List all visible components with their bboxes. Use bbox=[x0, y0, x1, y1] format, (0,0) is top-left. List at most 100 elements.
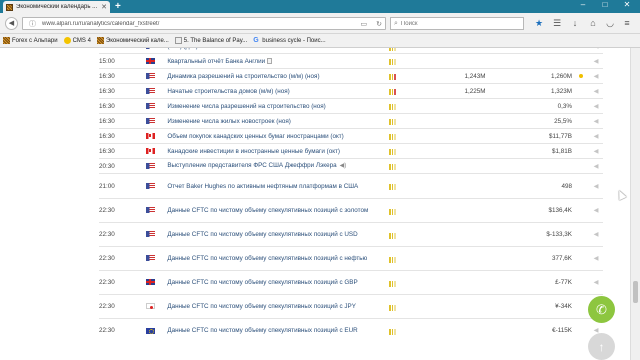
expand-row-icon[interactable]: ◀ bbox=[589, 53, 603, 69]
event-name-cell[interactable]: Квартальный отчёт Банка Англии bbox=[167, 53, 390, 69]
expand-row-icon[interactable]: ◀ bbox=[589, 246, 603, 271]
calendar-row[interactable]: 16:30 Изменение числа разрешений на строи… bbox=[99, 98, 603, 114]
home-icon[interactable]: ⌂ bbox=[587, 18, 599, 30]
event-previous: ¥-34K bbox=[508, 294, 572, 319]
info-icon[interactable]: ⓘ bbox=[26, 19, 39, 29]
event-name-cell[interactable]: Динамика разрешений на строительство (м/… bbox=[167, 68, 390, 84]
importance-bars-icon bbox=[389, 279, 396, 287]
cms-icon bbox=[63, 37, 71, 44]
search-bar[interactable]: ⌕ bbox=[390, 17, 524, 30]
bookmark-star-icon[interactable]: ★ bbox=[533, 18, 545, 30]
calendar-row[interactable]: 22:30 Данные CFTC по чистому объему спеку… bbox=[99, 318, 603, 343]
event-name-cell[interactable]: Данные CFTC по чистому объему спекулятив… bbox=[167, 246, 390, 271]
expand-row-icon[interactable]: ◀ bbox=[589, 128, 603, 144]
browser-tab[interactable]: Экономический календарь ... ✕ bbox=[3, 1, 110, 13]
page-scrollbar[interactable] bbox=[630, 48, 640, 360]
expand-row-icon[interactable]: ◀ bbox=[589, 83, 603, 99]
back-button[interactable]: ◀ bbox=[5, 17, 18, 30]
event-name[interactable]: Выступление представителя ФРС США Джеффр… bbox=[167, 162, 336, 169]
scroll-to-top-button[interactable]: ↑ bbox=[588, 333, 615, 360]
mark-cell bbox=[571, 98, 590, 114]
tab-close-icon[interactable]: ✕ bbox=[101, 3, 107, 11]
event-name[interactable]: Данные CFTC по чистому объему спекулятив… bbox=[167, 207, 368, 214]
bookmark-item[interactable]: Экономический кале... bbox=[96, 37, 169, 44]
event-name[interactable]: Квартальный отчёт Банка Англии bbox=[167, 58, 265, 65]
scrollbar-thumb[interactable] bbox=[633, 281, 638, 303]
event-name[interactable]: Начатые строительства домов (м/м) (ноя) bbox=[167, 88, 289, 95]
event-name[interactable]: Данные CFTC по чистому объему спекулятив… bbox=[167, 279, 357, 286]
event-name-cell[interactable]: Канадские инвестиции в иностранные ценны… bbox=[167, 143, 390, 159]
reader-view-icon[interactable]: ▭ bbox=[358, 20, 371, 28]
event-name[interactable]: Данные CFTC по чистому объему спекулятив… bbox=[167, 303, 356, 310]
calendar-row[interactable]: 21:00 Отчет Baker Hughes по активным нефт… bbox=[99, 173, 603, 199]
event-name-cell[interactable]: Данные CFTC по чистому объему спекулятив… bbox=[167, 222, 390, 247]
callback-phone-button[interactable]: ✆ bbox=[588, 296, 615, 323]
eu-flag-icon bbox=[145, 327, 155, 335]
calendar-row[interactable]: 16:30 Изменение числа жилых новостроек (н… bbox=[99, 113, 603, 129]
calendar-row[interactable]: 16:30 Объем покупок канадских ценных бума… bbox=[99, 128, 603, 144]
bookmark-item[interactable]: CMS 4 bbox=[63, 37, 91, 44]
event-name[interactable]: Изменение числа жилых новостроек (ноя) bbox=[167, 118, 291, 125]
event-name[interactable]: Данные CFTC по чистому объему спекулятив… bbox=[167, 231, 357, 238]
expand-row-icon[interactable]: ◀ bbox=[589, 68, 603, 84]
url-bar[interactable]: ⓘ www.alpari.ru/ru/analytics/calendar_fx… bbox=[22, 17, 386, 30]
calendar-row[interactable]: 16:30 Начатые строительства домов (м/м) (… bbox=[99, 83, 603, 99]
expand-row-icon[interactable]: ◀ bbox=[589, 113, 603, 129]
event-name[interactable]: Отчет Baker Hughes по активным нефтяным … bbox=[167, 183, 358, 190]
calendar-row[interactable]: 20:30 Выступление представителя ФРС США Д… bbox=[99, 158, 603, 174]
event-name-cell[interactable]: Начатые строительства домов (м/м) (ноя) bbox=[167, 83, 390, 99]
calendar-row[interactable]: 22:30 Данные CFTC по чистому объему спеку… bbox=[99, 270, 603, 295]
calendar-row[interactable]: 15:00 Квартальный отчёт Банка Англии ◀ bbox=[99, 53, 603, 69]
expand-row-icon[interactable]: ◀ bbox=[589, 143, 603, 159]
importance-cell bbox=[389, 113, 420, 129]
calendar-row[interactable]: 22:30 Данные CFTC по чистому объему спеку… bbox=[99, 294, 603, 319]
event-name[interactable]: (м/м) (дек) bbox=[167, 48, 197, 50]
event-name-cell[interactable]: Изменение числа жилых новостроек (ноя) bbox=[167, 113, 390, 129]
expand-row-icon[interactable]: ◀ bbox=[589, 158, 603, 174]
maximize-button[interactable]: □ bbox=[594, 0, 616, 11]
importance-bars-icon bbox=[389, 231, 396, 239]
pocket-icon[interactable]: ◡ bbox=[604, 18, 616, 30]
event-name-cell[interactable]: Данные CFTC по чистому объему спекулятив… bbox=[167, 270, 390, 295]
calendar-row[interactable]: 16:30 Динамика разрешений на строительств… bbox=[99, 68, 603, 84]
event-name[interactable]: Изменение числа разрешений на строительс… bbox=[167, 103, 325, 110]
download-icon[interactable]: ↓ bbox=[569, 18, 581, 30]
event-name[interactable]: Динамика разрешений на строительство (м/… bbox=[167, 73, 319, 80]
event-name[interactable]: Данные CFTC по чистому объему спекулятив… bbox=[167, 255, 367, 262]
event-name[interactable]: Данные CFTC по чистому объему спекулятив… bbox=[167, 327, 357, 334]
bookmark-item[interactable]: 5. The Balance of Pay... bbox=[174, 37, 247, 44]
reload-icon[interactable]: ↻ bbox=[373, 20, 385, 28]
search-input[interactable] bbox=[400, 20, 511, 27]
expand-row-icon[interactable]: ◀ bbox=[589, 198, 603, 223]
event-time: 16:30 bbox=[99, 83, 146, 99]
ca-flag-icon bbox=[145, 147, 155, 154]
tab-title: Экономический календарь ... bbox=[16, 4, 98, 10]
event-name[interactable]: Канадские инвестиции в иностранные ценны… bbox=[167, 148, 340, 155]
close-window-button[interactable]: ✕ bbox=[616, 0, 638, 11]
calendar-row[interactable]: 22:30 Данные CFTC по чистому объему спеку… bbox=[99, 198, 603, 223]
event-name-cell[interactable]: Данные CFTC по чистому объему спекулятив… bbox=[167, 198, 390, 223]
event-name-cell[interactable]: Объем покупок канадских ценных бумаг ино… bbox=[167, 128, 390, 144]
event-name-cell[interactable]: Выступление представителя ФРС США Джеффр… bbox=[167, 158, 390, 174]
bookmark-item[interactable]: Gbusiness cycle - Поис... bbox=[253, 37, 325, 44]
event-name-cell[interactable]: Данные CFTC по чистому объему спекулятив… bbox=[167, 318, 390, 343]
calendar-row[interactable]: 22:30 Данные CFTC по чистому объему спеку… bbox=[99, 246, 603, 271]
bookmarks-menu-icon[interactable]: ☰ bbox=[551, 18, 563, 30]
event-name-cell[interactable]: Отчет Baker Hughes по активным нефтяным … bbox=[167, 173, 390, 199]
bookmark-item[interactable]: Forex с Альпари bbox=[3, 37, 58, 44]
minimize-button[interactable]: – bbox=[572, 0, 594, 11]
event-name-cell[interactable]: Изменение числа разрешений на строительс… bbox=[167, 98, 390, 114]
expand-row-icon[interactable]: ◀ bbox=[589, 98, 603, 114]
us-flag-icon bbox=[145, 255, 155, 262]
expand-row-icon[interactable]: ◀ bbox=[589, 173, 603, 199]
new-tab-button[interactable]: + bbox=[115, 1, 121, 12]
event-name-cell[interactable]: Данные CFTC по чистому объему спекулятив… bbox=[167, 294, 390, 319]
menu-icon[interactable]: ≡ bbox=[621, 18, 633, 30]
url-text[interactable]: www.alpari.ru/ru/analytics/calendar_fxst… bbox=[42, 21, 355, 27]
calendar-row[interactable]: 22:30 Данные CFTC по чистому объему спеку… bbox=[99, 222, 603, 247]
expand-row-icon[interactable]: ◀ bbox=[589, 222, 603, 247]
event-name[interactable]: Объем покупок канадских ценных бумаг ино… bbox=[167, 133, 343, 140]
expand-row-icon[interactable]: ◀ bbox=[589, 270, 603, 295]
importance-cell bbox=[389, 270, 420, 295]
calendar-row[interactable]: 16:30 Канадские инвестиции в иностранные … bbox=[99, 143, 603, 159]
